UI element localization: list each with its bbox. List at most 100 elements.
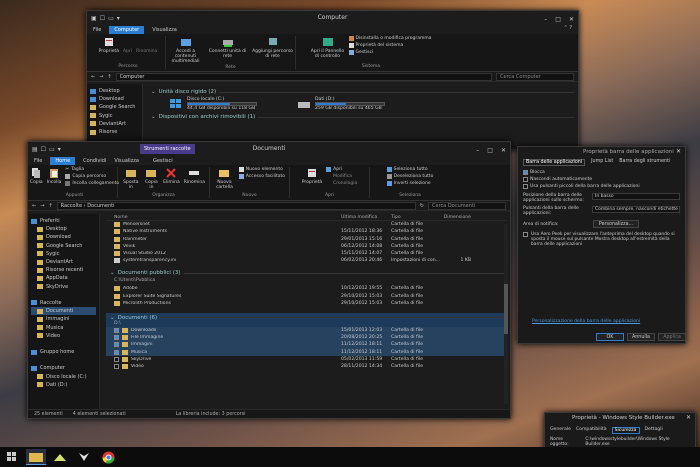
properties-button[interactable]: Proprietà bbox=[99, 36, 119, 54]
drive-d[interactable]: Dati (D:) 259 GB disponibili su 465 GB bbox=[297, 97, 385, 111]
buttons-select[interactable]: Combina sempre, nascondi etichette bbox=[592, 206, 680, 213]
address-input[interactable]: Raccolte › Documenti bbox=[56, 201, 416, 210]
nav-item[interactable]: Google Search bbox=[90, 103, 139, 111]
control-panel-button[interactable]: Apri il Pannello di controllo bbox=[311, 36, 345, 59]
table-row[interactable]: Immagini 11/12/2012 18:11 Cartella di file bbox=[106, 341, 506, 349]
maximize-icon[interactable]: □ bbox=[487, 144, 493, 158]
delete-button[interactable]: Elimina bbox=[163, 167, 180, 185]
map-drive-button[interactable]: Connetti unità di rete bbox=[209, 36, 247, 59]
apply-button[interactable]: Applica bbox=[658, 333, 686, 341]
table-row[interactable]: Native Instruments 15/11/2012 18:36 Cartel… bbox=[106, 228, 506, 235]
tab-view[interactable]: Visualizza bbox=[114, 158, 139, 164]
chevron-down-icon[interactable]: ▾ bbox=[58, 143, 61, 157]
row-checkbox[interactable] bbox=[114, 356, 119, 362]
nav-item[interactable]: Video bbox=[31, 332, 96, 340]
table-row[interactable]: Explorer Suite Signatures 29/10/2012 15:0… bbox=[106, 293, 506, 300]
nav-item[interactable]: SkyDrive bbox=[31, 283, 96, 291]
chevron-up-icon[interactable]: ⌃ ? bbox=[564, 25, 572, 31]
cut-button[interactable]: ✂ Taglia bbox=[65, 167, 119, 172]
easy-access-button[interactable]: Accesso facilitato bbox=[238, 174, 285, 179]
nav-item[interactable]: Risorse recenti bbox=[31, 266, 96, 274]
nav-item[interactable]: Google Search bbox=[31, 242, 96, 250]
tab-share[interactable]: Condividi bbox=[83, 158, 106, 164]
column-name[interactable]: Nome bbox=[106, 215, 341, 220]
tab-computer[interactable]: Computer bbox=[109, 25, 145, 34]
nav-item[interactable]: Disco locale (C:) bbox=[31, 373, 96, 381]
tab-file[interactable]: File bbox=[93, 27, 101, 33]
search-input[interactable]: Cerca Documenti bbox=[428, 201, 506, 210]
open-button[interactable]: Apri bbox=[123, 36, 132, 54]
table-row[interactable]: systemtransparency.ini 06/02/2013 20:46 Im… bbox=[106, 257, 506, 264]
up-icon[interactable]: ↑ bbox=[48, 203, 52, 209]
table-row[interactable]: Microlith Productions 29/10/2012 15:03 Car… bbox=[106, 300, 506, 307]
nav-item[interactable]: Download bbox=[31, 233, 96, 241]
table-row[interactable]: Rainmeter 29/01/2013 15:16 Cartella di fil… bbox=[106, 236, 506, 243]
section-header-drives[interactable]: ⌄ Unità disco rigido (2) bbox=[151, 89, 574, 95]
minimize-icon[interactable]: – bbox=[476, 144, 479, 158]
start-button[interactable] bbox=[2, 449, 22, 465]
tab-toolbars[interactable]: Barra degli strumenti bbox=[619, 159, 670, 166]
minimize-icon[interactable]: – bbox=[544, 13, 547, 27]
close-icon[interactable]: ✕ bbox=[676, 148, 681, 155]
taskbar-app-mask[interactable] bbox=[74, 449, 94, 465]
row-checkbox[interactable] bbox=[114, 349, 119, 355]
forward-icon[interactable]: → bbox=[40, 203, 44, 209]
folder-icon[interactable]: ▭ bbox=[49, 143, 55, 157]
row-checkbox[interactable] bbox=[114, 342, 119, 348]
nav-item[interactable]: Risorse bbox=[90, 128, 139, 136]
nav-item[interactable]: Immagini bbox=[31, 315, 96, 323]
tab-general[interactable]: Generale bbox=[550, 427, 571, 434]
uninstall-program-button[interactable]: Disinstalla o modifica programma bbox=[348, 36, 432, 41]
new-folder-button[interactable]: Nuova cartella bbox=[214, 167, 235, 190]
close-icon[interactable]: ✕ bbox=[686, 414, 691, 421]
nav-item[interactable]: Documenti bbox=[31, 307, 96, 316]
nav-item[interactable]: Download bbox=[90, 95, 139, 103]
properties-icon[interactable]: ☐ bbox=[41, 143, 46, 157]
section-header-removable[interactable]: ⌄ Dispositivi con archivi rimovibili (1) bbox=[151, 114, 574, 120]
taskbar-app[interactable] bbox=[50, 449, 70, 465]
nav-item[interactable]: Sygic bbox=[31, 250, 96, 258]
table-row[interactable]: Downloads 15/01/2013 12:03 Cartella di fil… bbox=[106, 326, 506, 335]
add-network-location-button[interactable]: Aggiungi percorso di rete bbox=[251, 36, 295, 59]
checkbox[interactable] bbox=[523, 177, 528, 182]
section-header-public[interactable]: ⌄ Documenti pubblici (3) bbox=[110, 270, 506, 276]
tab-details[interactable]: Dettagli bbox=[645, 427, 663, 434]
select-none-button[interactable]: Deseleziona tutto bbox=[386, 174, 433, 179]
taskbar-explorer[interactable] bbox=[26, 449, 46, 465]
tab-jump-list[interactable]: Jump List bbox=[591, 159, 613, 166]
rename-button[interactable]: Rinomina bbox=[184, 167, 205, 185]
chevron-down-icon[interactable]: ▾ bbox=[117, 12, 120, 26]
tab-security[interactable]: Sicurezza bbox=[611, 427, 640, 434]
new-item-button[interactable]: Nuovo elemento bbox=[238, 167, 285, 172]
edit-button[interactable]: Modifica bbox=[326, 174, 357, 179]
option-checkbox-row[interactable]: Usa pulsanti piccoli della barra delle a… bbox=[523, 184, 680, 189]
scrollbar[interactable] bbox=[504, 224, 508, 404]
tab-taskbar[interactable]: Barra delle applicazioni bbox=[523, 159, 586, 166]
nav-item[interactable]: Sygic bbox=[90, 112, 139, 120]
column-modified[interactable]: Ultima modifica bbox=[341, 215, 391, 220]
properties-button[interactable]: Proprietà bbox=[302, 167, 322, 185]
taskbar-chrome[interactable] bbox=[98, 449, 118, 465]
media-access-button[interactable]: Accedi a contenuti multimediali bbox=[167, 36, 205, 64]
row-checkbox[interactable] bbox=[114, 335, 119, 341]
nav-item[interactable]: Raccolte bbox=[31, 299, 96, 307]
ok-button[interactable]: OK bbox=[596, 333, 624, 341]
position-select[interactable]: In basso bbox=[592, 193, 680, 200]
paste-shortcut-button[interactable]: Incolla collegamento bbox=[65, 181, 119, 186]
tab-compat[interactable]: Compatibilità bbox=[576, 427, 607, 434]
copy-button[interactable]: Copia bbox=[30, 167, 43, 185]
nav-item[interactable]: DeviantArt bbox=[90, 120, 139, 128]
row-checkbox[interactable] bbox=[114, 363, 119, 369]
tab-manage[interactable]: Gestisci bbox=[153, 158, 173, 164]
nav-item[interactable]: Desktop bbox=[31, 225, 96, 233]
folder-icon[interactable]: ▭ bbox=[108, 12, 114, 26]
table-row[interactable]: SkyDrive 05/02/2013 11:59 Cartella di file bbox=[106, 356, 506, 363]
table-row[interactable]: Visual Studio 2012 15/11/2012 14:07 Cartel… bbox=[106, 250, 506, 257]
row-checkbox[interactable] bbox=[114, 327, 119, 333]
refresh-icon[interactable]: ↻ bbox=[420, 203, 424, 209]
tab-view[interactable]: Visualizza bbox=[152, 27, 177, 33]
table-row[interactable]: Adobe 10/12/2012 19:55 Cartella di file bbox=[106, 285, 506, 292]
nav-item[interactable]: AppData bbox=[31, 274, 96, 282]
close-icon[interactable]: ✕ bbox=[501, 144, 506, 158]
forward-icon[interactable]: → bbox=[99, 74, 103, 80]
